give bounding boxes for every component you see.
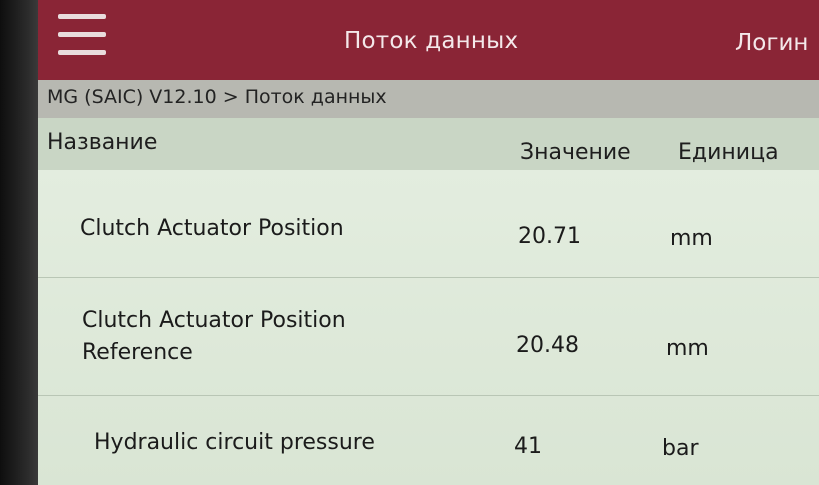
- menu-bar-line: [58, 50, 106, 55]
- row-unit: mm: [670, 226, 713, 251]
- screen: Поток данных Логин MG (SAIC) V12.10 > По…: [38, 0, 819, 485]
- row-name-line2: Reference: [82, 340, 193, 365]
- table-row[interactable]: Clutch Actuator Position Reference 20.48…: [38, 278, 819, 395]
- row-unit: bar: [662, 436, 699, 461]
- app-bar: Поток данных Логин: [38, 0, 819, 80]
- table-header: Название Значение Единица: [38, 118, 819, 170]
- row-value: 41: [514, 434, 542, 459]
- device-frame: Поток данных Логин MG (SAIC) V12.10 > По…: [0, 0, 819, 485]
- device-bezel: [0, 0, 38, 485]
- breadcrumb: MG (SAIC) V12.10 > Поток данных: [47, 86, 387, 108]
- menu-bar-line: [58, 32, 106, 37]
- row-unit: mm: [666, 336, 709, 361]
- column-header-value: Значение: [520, 140, 631, 165]
- table-row[interactable]: Clutch Actuator Position 20.71 mm: [38, 170, 819, 277]
- row-name: Clutch Actuator Position: [80, 216, 344, 241]
- row-name-line1: Clutch Actuator Position: [82, 308, 346, 333]
- row-name: Hydraulic circuit pressure: [94, 430, 375, 455]
- column-header-name: Название: [47, 130, 158, 155]
- row-value: 20.48: [516, 333, 579, 358]
- page-title: Поток данных: [344, 28, 519, 54]
- table-row[interactable]: Hydraulic circuit pressure 41 bar: [38, 396, 819, 485]
- login-button[interactable]: Логин: [735, 30, 808, 56]
- data-stream-list: Clutch Actuator Position 20.71 mm Clutch…: [38, 170, 819, 485]
- menu-bar-line: [58, 14, 106, 19]
- hamburger-menu-icon[interactable]: [58, 12, 110, 60]
- row-value: 20.71: [518, 224, 581, 249]
- column-header-unit: Единица: [678, 140, 779, 165]
- breadcrumb-bar: MG (SAIC) V12.10 > Поток данных: [38, 80, 819, 118]
